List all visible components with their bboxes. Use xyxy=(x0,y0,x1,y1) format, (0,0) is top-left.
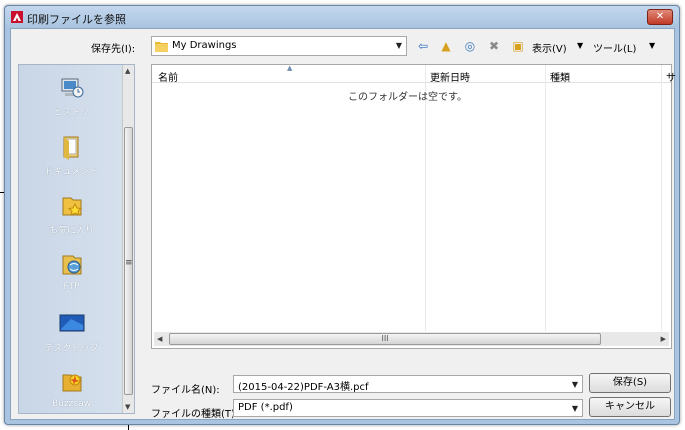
file-name-input[interactable]: (2015-04-22)PDF-A3横.pcf ▼ xyxy=(233,375,583,393)
scrollbar-thumb[interactable]: III xyxy=(169,333,601,345)
buzzsaw-icon xyxy=(62,374,81,392)
file-type-select[interactable]: PDF (*.pdf) ▼ xyxy=(233,399,583,417)
up-folder-icon[interactable]: ▲ xyxy=(438,37,454,55)
place-label: Buzzsaw xyxy=(52,399,91,409)
place-label: FTP xyxy=(63,282,80,292)
place-documents[interactable]: ドキュメント xyxy=(19,134,124,177)
documents-icon xyxy=(63,136,78,160)
save-in-value: My Drawings xyxy=(172,40,237,51)
scroll-right-icon[interactable]: ▶ xyxy=(661,335,666,343)
views-menu[interactable]: 表示(V) xyxy=(532,40,567,55)
place-history[interactable]: ヒストリ xyxy=(19,75,124,118)
place-desktop[interactable]: デスクトップ xyxy=(19,311,124,354)
scroll-left-icon[interactable]: ◀ xyxy=(157,335,162,343)
dialog-body: 保存先(I): My Drawings ▼ ⇦ ▲ ◎ ✖ ▣ 表示(V) ▼ … xyxy=(10,28,676,420)
file-name-label: ファイル名(N): xyxy=(151,385,220,396)
chevron-down-icon[interactable]: ▼ xyxy=(577,41,583,50)
column-size[interactable]: サ xyxy=(666,69,676,84)
column-divider xyxy=(545,65,546,331)
save-in-combo[interactable]: My Drawings ▼ xyxy=(151,36,407,56)
cancel-button[interactable]: キャンセル xyxy=(589,397,671,417)
close-button[interactable]: ✕ xyxy=(647,9,673,25)
place-label: ヒストリ xyxy=(53,108,90,118)
places-scrollbar[interactable]: ▲ ≡ ▼ xyxy=(122,65,134,413)
back-icon[interactable]: ⇦ xyxy=(415,37,431,55)
sort-ascending-icon: ▲ xyxy=(287,64,293,72)
column-header-row: 名前 ▲ 更新日時 種類 サ xyxy=(152,64,676,84)
tools-menu[interactable]: ツール(L) xyxy=(593,40,636,55)
scrollbar-thumb[interactable]: ≡ xyxy=(124,127,133,395)
chevron-down-icon[interactable]: ▼ xyxy=(649,41,655,50)
desktop-icon xyxy=(59,314,84,332)
dialog-title: 印刷ファイルを参照 xyxy=(27,13,126,26)
place-label: デスクトップ xyxy=(44,344,99,354)
empty-folder-message: このフォルダーは空です。 xyxy=(348,92,467,103)
close-icon: ✕ xyxy=(655,11,665,22)
scroll-up-icon[interactable]: ▲ xyxy=(125,67,130,75)
folder-icon xyxy=(155,42,168,52)
chevron-down-icon[interactable]: ▼ xyxy=(572,380,578,389)
file-name-value: (2015-04-22)PDF-A3横.pcf xyxy=(238,382,369,393)
places-bar: ヒストリ ドキュメント お気に入り FTP デスクトップ Buzzsaw ▲ ≡… xyxy=(18,64,135,414)
column-type[interactable]: 種類 xyxy=(550,69,570,84)
favorites-icon xyxy=(62,197,82,216)
save-in-label: 保存先(I): xyxy=(91,44,136,55)
place-label: お気に入り xyxy=(48,226,94,236)
list-horizontal-scrollbar[interactable]: ◀ III ▶ xyxy=(154,332,669,346)
history-icon xyxy=(61,78,83,98)
grip-icon: III xyxy=(381,334,389,343)
column-modified[interactable]: 更新日時 xyxy=(430,69,470,84)
file-type-value: PDF (*.pdf) xyxy=(238,402,293,413)
column-divider xyxy=(661,65,662,331)
file-list[interactable]: 名前 ▲ 更新日時 種類 サ このフォルダーは空です。 ◀ III ▶ xyxy=(151,64,676,349)
place-ftp[interactable]: FTP xyxy=(19,252,124,292)
background-line xyxy=(128,425,129,430)
scroll-down-icon[interactable]: ▼ xyxy=(125,403,130,411)
place-label: ドキュメント xyxy=(44,167,99,177)
delete-icon[interactable]: ✖ xyxy=(486,37,502,55)
column-name[interactable]: 名前 xyxy=(158,69,178,84)
save-button[interactable]: 保存(S) xyxy=(589,373,671,393)
search-web-icon[interactable]: ◎ xyxy=(462,37,478,55)
autocad-logo-icon xyxy=(11,11,23,23)
title-bar[interactable]: 印刷ファイルを参照 ✕ xyxy=(5,6,679,28)
column-divider xyxy=(425,65,426,331)
grip-icon: ≡ xyxy=(125,258,133,268)
new-folder-icon[interactable]: ▣ xyxy=(510,37,526,55)
chevron-down-icon[interactable]: ▼ xyxy=(396,41,402,50)
place-buzzsaw[interactable]: Buzzsaw xyxy=(19,369,124,409)
file-type-label: ファイルの種類(T): xyxy=(151,409,239,420)
file-dialog: 印刷ファイルを参照 ✕ 保存先(I): My Drawings ▼ ⇦ ▲ ◎ … xyxy=(4,5,680,425)
ftp-icon xyxy=(62,255,81,275)
chevron-down-icon[interactable]: ▼ xyxy=(572,404,578,413)
place-favorites[interactable]: お気に入り xyxy=(19,193,124,236)
